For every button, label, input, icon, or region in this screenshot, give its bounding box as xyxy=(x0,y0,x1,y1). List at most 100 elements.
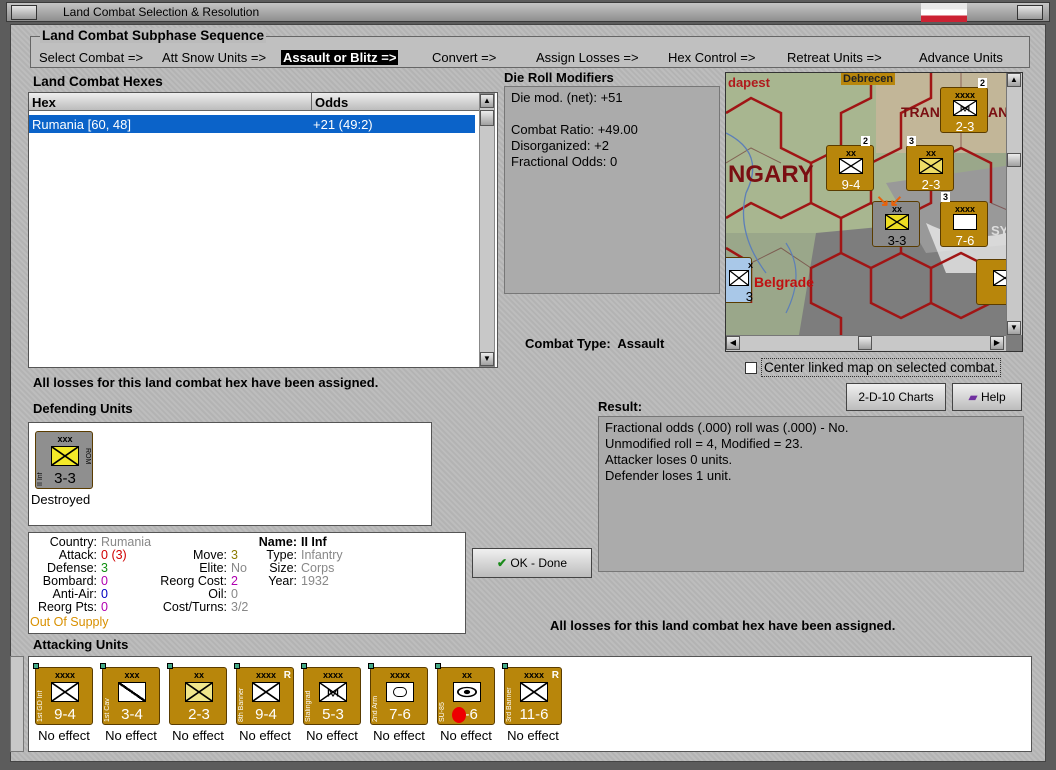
attacking-scrollbar[interactable] xyxy=(10,656,24,752)
info-labels-col2: Move: Elite: Reorg Cost: Oil: Cost/Turns… xyxy=(139,549,227,614)
title-bar[interactable]: Land Combat Selection & Resolution xyxy=(6,2,1050,22)
subphase-sequence-title: Land Combat Subphase Sequence xyxy=(40,28,267,43)
map-label-budapest: dapest xyxy=(728,75,770,90)
unit-value: 7-6 xyxy=(389,706,411,723)
scroll-up-icon[interactable]: ▲ xyxy=(480,94,494,108)
unit-infantry-icon xyxy=(885,214,909,230)
reserve-flag: R xyxy=(551,670,559,681)
unit-value: 2-3 xyxy=(188,706,210,723)
scroll-right-icon[interactable]: ▶ xyxy=(990,336,1004,350)
map-vscroll[interactable]: ▲ ▼ xyxy=(1006,73,1022,335)
attacking-unit-counter[interactable]: xxxx R 8th Banner 9-4 xyxy=(234,663,294,725)
combat-type-value: Assault xyxy=(617,336,665,351)
unit-infantry-icon xyxy=(919,158,943,174)
unit-value: 9-4 xyxy=(841,177,861,192)
attacker-status: No effect xyxy=(507,728,559,743)
attacking-unit-counter[interactable]: xx 2-3 xyxy=(167,663,227,725)
mini-map[interactable]: dapest Debrecen NGARY TRAN AN Belgrade S… xyxy=(725,72,1023,352)
info-labels-col1: Country: Attack: Defense: Bombard: Anti-… xyxy=(31,536,97,614)
attacking-unit-counter[interactable]: xxxx 2nd Arm 7-6 xyxy=(368,663,428,725)
unit-infantry-icon xyxy=(729,270,749,286)
map-unit-counter[interactable]: x 3 xyxy=(726,257,753,304)
unit-mountain-icon: M xyxy=(319,682,347,702)
charts-button[interactable]: 2-D-10 Charts xyxy=(846,383,946,411)
table-row[interactable]: Rumania [60, 48] +21 (49:2) xyxy=(29,115,475,133)
attacker-status: No effect xyxy=(373,728,425,743)
unit-value: 3-6 xyxy=(456,706,478,723)
stack-count: 3 xyxy=(941,192,951,202)
mod-line-blank xyxy=(511,106,713,122)
defending-title: Defending Units xyxy=(33,401,133,416)
attack-paren: (3) xyxy=(111,548,127,562)
seq-hex-control: Hex Control => xyxy=(668,50,756,65)
close-button[interactable] xyxy=(1017,5,1043,20)
stack-count: 3 xyxy=(907,136,917,146)
unit-assault-gun-icon xyxy=(453,682,481,702)
result-line: Defender loses 1 unit. xyxy=(605,468,732,483)
modifiers-title: Die Roll Modifiers xyxy=(504,70,614,85)
mod-line: Fractional Odds: 0 xyxy=(511,154,618,169)
unit-size: xxxx xyxy=(322,670,344,680)
attack-arrows-icon: ↘↙ xyxy=(876,193,903,210)
attacker-status: No effect xyxy=(105,728,157,743)
reorgpts-label: Reorg Pts: xyxy=(37,600,97,614)
year-value: 1932 xyxy=(301,574,329,588)
map-label-hungary: NGARY xyxy=(728,161,814,188)
map-unit-counter[interactable]: xx 2-3 3 xyxy=(906,136,954,192)
attacking-unit-counter[interactable]: xxxx R 3rd Banner 11-6 xyxy=(502,663,562,725)
result-line: Unmodified roll = 4, Modified = 23. xyxy=(605,436,803,451)
hexes-scrollbar[interactable]: ▲ ▼ xyxy=(479,93,495,367)
attacking-unit-counter[interactable]: xxxx Stalingrad M 5-3 xyxy=(301,663,361,725)
map-unit-counter[interactable]: xx 9-4 2 xyxy=(826,136,874,192)
odds-column-header[interactable]: Odds xyxy=(311,93,348,111)
german-flag-icon xyxy=(921,3,967,22)
scroll-down-icon[interactable]: ▼ xyxy=(1007,321,1021,335)
unit-status-dot xyxy=(502,663,508,669)
map-unit-counter[interactable]: xxxx 7-6 3 xyxy=(940,192,988,248)
defender-status: Destroyed xyxy=(31,492,91,507)
center-map-label[interactable]: Center linked map on selected combat. xyxy=(761,358,1002,377)
help-button[interactable]: ▰ Help xyxy=(952,383,1022,411)
ok-done-button[interactable]: ✔ OK - Done xyxy=(472,548,592,578)
costturns-label: Cost/Turns: xyxy=(162,600,227,614)
unit-value: 2-3 xyxy=(921,177,941,192)
unit-status-dot xyxy=(368,663,374,669)
result-line: Attacker loses 0 units. xyxy=(605,452,733,467)
window-title: Land Combat Selection & Resolution xyxy=(63,5,260,19)
attacking-unit-counter[interactable]: xxx 1st Cav 3-4 xyxy=(100,663,160,725)
svg-text:M: M xyxy=(327,687,340,699)
attacking-title: Attacking Units xyxy=(33,637,129,652)
hex-column-header[interactable]: Hex xyxy=(32,95,56,110)
scroll-thumb[interactable] xyxy=(1007,153,1021,167)
unit-status-dot xyxy=(100,663,106,669)
unit-status-dot xyxy=(167,663,173,669)
modifiers-panel: Die mod. (net): +51 Combat Ratio: +49.00… xyxy=(504,86,720,294)
attacking-unit-counter[interactable]: xx SU-85 3-6 xyxy=(435,663,495,725)
seq-advance-units: Advance Units xyxy=(919,50,1003,65)
unit-cavalry-icon xyxy=(118,682,146,702)
attacking-unit-counter[interactable]: xxxx 1st GD Inf 9-4 xyxy=(33,663,93,725)
unit-value: 11-6 xyxy=(519,706,549,723)
combat-type-row: Combat Type: Assault xyxy=(525,336,664,351)
unit-value: 3-3 xyxy=(887,233,907,248)
scroll-up-icon[interactable]: ▲ xyxy=(1007,73,1021,87)
unit-status-dot xyxy=(33,663,39,669)
unit-value: 9-4 xyxy=(255,706,277,723)
map-label-debrecen: Debrecen xyxy=(841,73,896,85)
scroll-left-icon[interactable]: ◀ xyxy=(726,336,740,350)
scroll-thumb[interactable] xyxy=(858,336,872,350)
center-map-checkbox[interactable] xyxy=(745,362,757,374)
system-menu-button[interactable] xyxy=(11,5,37,20)
scroll-down-icon[interactable]: ▼ xyxy=(480,352,494,366)
seq-select-combat: Select Combat => xyxy=(39,50,144,65)
defending-unit-counter[interactable]: xxx II Inf ROM 3-3 xyxy=(35,431,93,489)
combat-type-label: Combat Type: xyxy=(525,336,611,351)
map-hscroll[interactable]: ◀ ▶ xyxy=(726,335,1006,351)
unit-size: xxxx xyxy=(954,90,976,100)
year-label: Year: xyxy=(268,574,297,588)
help-button-label: Help xyxy=(980,390,1006,404)
unit-size: xx xyxy=(461,670,472,680)
map-unit-counter[interactable]: xxxx M 2-3 2 xyxy=(940,78,988,134)
unit-size: xxxx xyxy=(389,670,411,680)
scroll-thumb[interactable] xyxy=(480,110,494,126)
